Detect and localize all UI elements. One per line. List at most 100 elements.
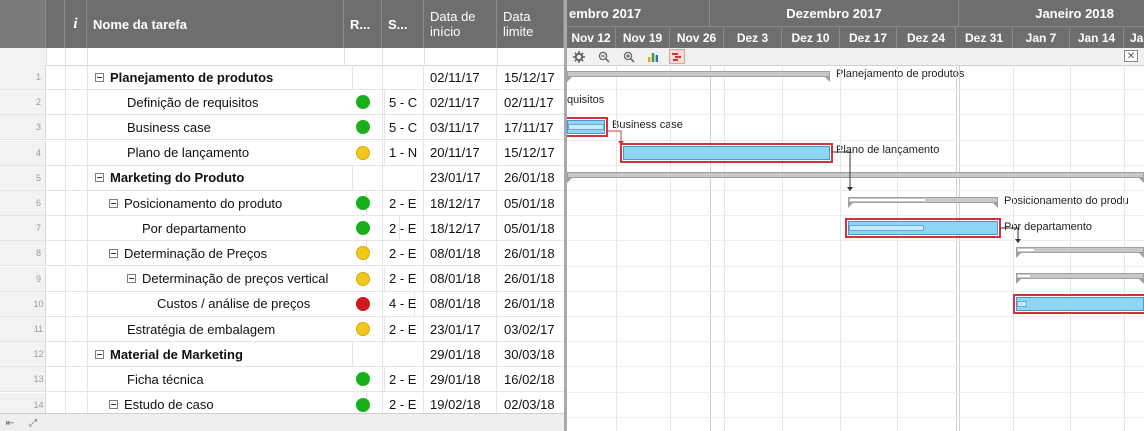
resource-cell[interactable] bbox=[344, 291, 383, 316]
row-info-cell[interactable] bbox=[65, 65, 88, 89]
resource-cell[interactable] bbox=[344, 165, 383, 190]
end-date-cell[interactable]: 17/11/17 bbox=[497, 115, 564, 139]
table-row[interactable]: 7 Por departamento 2 - E 18/12/17 05/01/18 bbox=[0, 216, 564, 242]
start-date-cell[interactable]: 23/01/17 bbox=[424, 317, 497, 341]
status-cell[interactable]: 4 - E bbox=[382, 291, 424, 316]
resource-cell[interactable] bbox=[344, 115, 383, 140]
row-info-cell[interactable] bbox=[65, 241, 88, 266]
bar-chart-icon[interactable] bbox=[645, 49, 661, 64]
table-row[interactable]: 6 Posicionamento do produto 2 - E 18/12/17 0… bbox=[0, 191, 564, 216]
collapse-panel-icon[interactable]: ⇤ bbox=[3, 416, 17, 430]
task-name-cell[interactable]: Material de Marketing bbox=[87, 342, 353, 367]
end-date-cell[interactable]: 03/02/17 bbox=[497, 317, 564, 341]
end-date-cell[interactable]: 26/01/18 bbox=[497, 166, 564, 190]
end-date-cell[interactable]: 15/12/17 bbox=[497, 141, 564, 165]
table-row[interactable]: 5 Marketing do Produto 23/01/17 26/01/18 bbox=[0, 165, 564, 191]
status-cell[interactable]: 5 - C bbox=[382, 90, 424, 115]
status-cell[interactable] bbox=[382, 165, 424, 190]
task-name-cell[interactable]: Plano de lançamento bbox=[87, 140, 385, 165]
end-date-cell[interactable]: 16/02/18 bbox=[497, 367, 564, 391]
zoom-out-icon[interactable] bbox=[596, 49, 612, 64]
start-date-column-header[interactable]: Data de início bbox=[424, 0, 497, 48]
start-date-cell[interactable]: 23/01/17 bbox=[424, 165, 497, 190]
table-row[interactable]: 2 Definição de requisitos 5 - C 02/11/17 02/… bbox=[0, 90, 564, 116]
expand-all-icon[interactable]: ⤢ bbox=[26, 416, 40, 430]
row-info-cell[interactable] bbox=[65, 115, 88, 140]
table-row[interactable]: 13 Ficha técnica 2 - E 29/01/18 16/02/18 bbox=[0, 367, 564, 393]
task-name-cell[interactable]: Posicionamento do produto bbox=[87, 191, 367, 215]
table-row[interactable]: 11 Estratégia de embalagem 2 - E 23/01/17 03… bbox=[0, 317, 564, 342]
start-date-cell[interactable]: 08/01/18 bbox=[424, 266, 497, 291]
collapse-toggle-icon[interactable] bbox=[95, 173, 104, 183]
table-row[interactable]: 1 Planejamento de produtos 02/11/17 15/12/1… bbox=[0, 65, 564, 90]
status-cell[interactable]: 2 - E bbox=[382, 216, 424, 241]
end-date-cell[interactable]: 15/12/17 bbox=[497, 65, 564, 89]
task-name-cell[interactable]: Business case bbox=[87, 115, 385, 140]
status-cell[interactable]: 2 - E bbox=[382, 241, 424, 266]
row-info-cell[interactable] bbox=[65, 317, 88, 341]
start-date-cell[interactable]: 02/11/17 bbox=[424, 90, 497, 115]
start-date-cell[interactable]: 29/01/18 bbox=[424, 367, 497, 392]
task-name-cell[interactable]: Determinação de Preços bbox=[87, 241, 367, 266]
resource-cell[interactable] bbox=[344, 65, 383, 89]
status-cell[interactable]: 1 - N bbox=[382, 140, 424, 165]
task-name-column-header[interactable]: Nome da tarefa bbox=[87, 0, 344, 48]
resource-cell[interactable] bbox=[344, 317, 383, 341]
start-date-cell[interactable]: 03/11/17 bbox=[424, 115, 497, 140]
status-cell[interactable]: 2 - E bbox=[382, 191, 424, 215]
end-date-cell[interactable]: 26/01/18 bbox=[497, 267, 564, 291]
end-date-cell[interactable]: 26/01/18 bbox=[497, 292, 564, 316]
resource-cell[interactable] bbox=[344, 266, 383, 291]
collapse-toggle-icon[interactable] bbox=[109, 248, 118, 258]
end-date-cell[interactable]: 05/01/18 bbox=[497, 191, 564, 215]
end-date-cell[interactable]: 02/11/17 bbox=[497, 90, 564, 114]
row-info-cell[interactable] bbox=[65, 342, 88, 367]
table-row[interactable]: 9 Determinação de preços vertical 2 - E 08/… bbox=[0, 266, 564, 292]
info-column-header[interactable]: i bbox=[65, 0, 87, 48]
resource-cell[interactable] bbox=[344, 241, 383, 266]
start-date-cell[interactable]: 18/12/17 bbox=[424, 191, 497, 215]
start-date-cell[interactable]: 08/01/18 bbox=[424, 291, 497, 316]
status-column-header[interactable]: S... bbox=[382, 0, 424, 48]
task-name-cell[interactable]: Definição de requisitos bbox=[87, 90, 385, 115]
start-date-cell[interactable]: 02/11/17 bbox=[424, 65, 497, 89]
row-info-cell[interactable] bbox=[65, 90, 88, 115]
status-cell[interactable] bbox=[382, 342, 424, 367]
resource-cell[interactable] bbox=[344, 140, 383, 165]
end-date-column-header[interactable]: Data limite bbox=[497, 0, 564, 48]
row-info-cell[interactable] bbox=[65, 216, 88, 241]
end-date-cell[interactable]: 30/03/18 bbox=[497, 342, 564, 366]
start-date-cell[interactable]: 18/12/17 bbox=[424, 216, 497, 241]
row-info-cell[interactable] bbox=[65, 266, 88, 291]
resource-column-header[interactable]: R... bbox=[344, 0, 382, 48]
row-info-cell[interactable] bbox=[65, 367, 88, 392]
row-info-cell[interactable] bbox=[65, 191, 88, 215]
table-row[interactable]: 8 Determinação de Preços 2 - E 08/01/18 26/0… bbox=[0, 241, 564, 267]
status-cell[interactable] bbox=[382, 65, 424, 89]
zoom-in-icon[interactable] bbox=[621, 49, 637, 64]
status-cell[interactable]: 2 - E bbox=[382, 367, 424, 392]
task-name-cell[interactable]: Ficha técnica bbox=[87, 367, 385, 392]
resource-cell[interactable] bbox=[344, 216, 383, 241]
table-row[interactable]: 12 Material de Marketing 29/01/18 30/03/18 bbox=[0, 342, 564, 368]
table-row[interactable]: 4 Plano de lançamento 1 - N 20/11/17 15/12/1… bbox=[0, 140, 564, 166]
close-icon[interactable]: ✕ bbox=[1124, 50, 1138, 62]
end-date-cell[interactable]: 05/01/18 bbox=[497, 216, 564, 240]
collapse-toggle-icon[interactable] bbox=[109, 198, 118, 208]
resource-cell[interactable] bbox=[344, 342, 383, 367]
resource-cell[interactable] bbox=[344, 367, 383, 392]
task-name-cell[interactable]: Marketing do Produto bbox=[87, 165, 353, 190]
settings-gear-icon[interactable] bbox=[571, 49, 587, 64]
task-name-cell[interactable]: Estratégia de embalagem bbox=[87, 317, 385, 341]
table-row[interactable]: 3 Business case 5 - C 03/11/17 17/11/17 bbox=[0, 115, 564, 141]
row-info-cell[interactable] bbox=[65, 291, 88, 316]
end-date-cell[interactable]: 26/01/18 bbox=[497, 241, 564, 265]
collapse-toggle-icon[interactable] bbox=[127, 274, 136, 284]
resource-cell[interactable] bbox=[344, 90, 383, 115]
collapse-toggle-icon[interactable] bbox=[95, 72, 104, 82]
collapse-toggle-icon[interactable] bbox=[95, 349, 104, 359]
resource-cell[interactable] bbox=[344, 191, 383, 215]
collapse-toggle-icon[interactable] bbox=[109, 400, 118, 410]
status-cell[interactable]: 2 - E bbox=[382, 266, 424, 291]
task-name-cell[interactable]: Determinação de preços vertical bbox=[87, 266, 385, 291]
